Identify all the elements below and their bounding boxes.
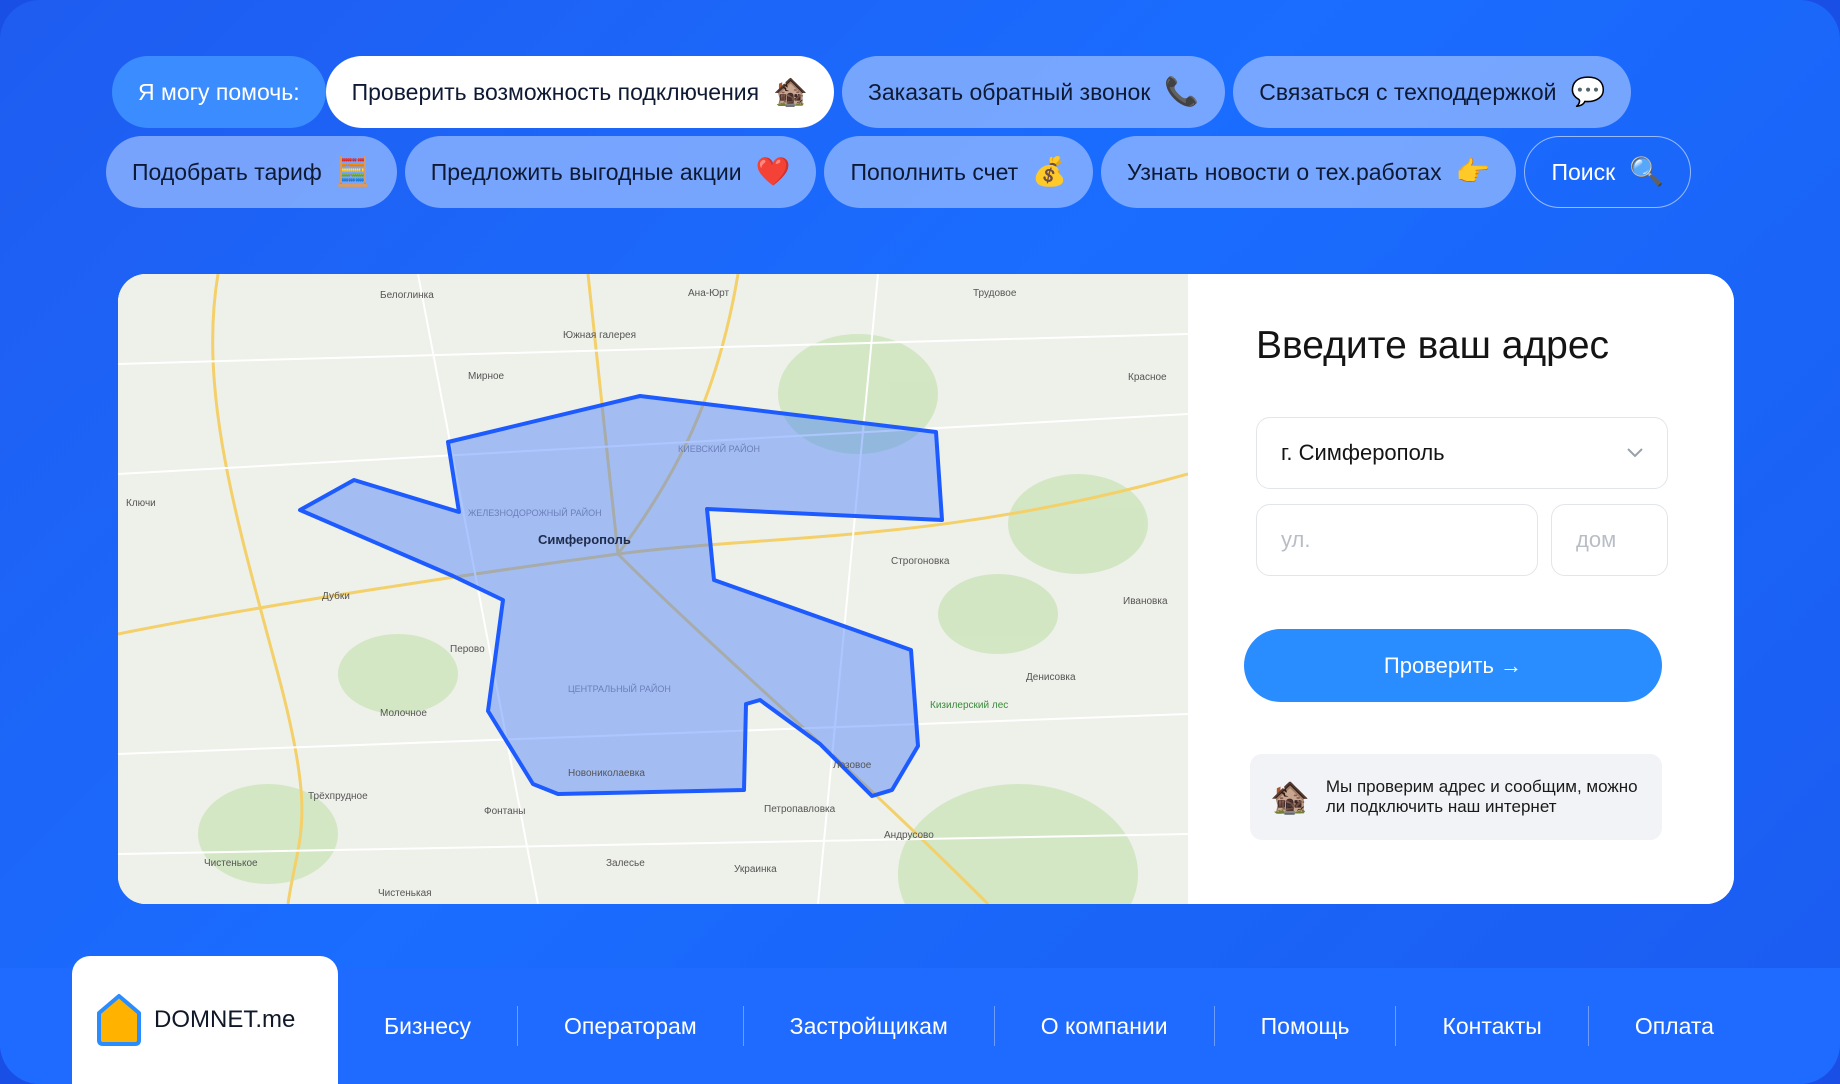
chip-top-up[interactable]: Пополнить счет 💰 [824, 136, 1094, 208]
heart-icon: ❤️ [755, 156, 791, 187]
coverage-map[interactable]: Симферополь ЖЕЛЕЗНОДОРОЖНЫЙ РАЙОН КИЕВСК… [118, 274, 1188, 904]
help-label: Я могу помочь: [112, 56, 326, 128]
place-label: Молочное [380, 708, 427, 719]
place-label: Строгоновка [891, 556, 950, 567]
chip-search[interactable]: Поиск 🔍 [1524, 136, 1692, 208]
place-label: Мирное [468, 371, 505, 382]
footer-nav: Бизнесу Операторам Застройщикам О компан… [338, 968, 1760, 1084]
chip-label: Подобрать тариф [132, 158, 322, 185]
place-label: Белоглинка [380, 290, 434, 301]
help-chips-row-1: Я могу помочь: Проверить возможность под… [112, 56, 1632, 128]
place-label: Денисовка [1026, 672, 1076, 683]
house-placeholder: дом [1576, 527, 1617, 552]
district-label: КИЕВСКИЙ РАЙОН [678, 443, 760, 454]
pointing-hand-icon: 👉 [1455, 156, 1491, 187]
chip-maintenance-news[interactable]: Узнать новости о тех.работах 👉 [1101, 136, 1517, 208]
abacus-icon: 🧮 [335, 156, 371, 187]
chip-callback[interactable]: Заказать обратный звонок 📞 [841, 56, 1226, 128]
chip-support[interactable]: Связаться с техподдержкой 💬 [1233, 56, 1632, 128]
nav-about[interactable]: О компании [995, 1013, 1214, 1040]
form-title: Введите ваш адрес [1256, 324, 1610, 367]
chip-promotions[interactable]: Предложить выгодные акции ❤️ [404, 136, 817, 208]
chip-label: Узнать новости о тех.работах [1127, 158, 1442, 185]
city-select[interactable]: г. Симферополь [1256, 417, 1668, 489]
chip-tariff[interactable]: Подобрать тариф 🧮 [106, 136, 397, 208]
money-bag-icon: 💰 [1032, 156, 1068, 187]
city-value: г. Симферополь [1281, 440, 1445, 465]
place-label: Кизилерский лес [930, 700, 1008, 711]
place-label: Дубки [322, 590, 350, 602]
place-label: Андрусово [884, 830, 934, 841]
chip-label: Поиск [1551, 158, 1616, 185]
place-label: Перово [450, 644, 485, 655]
place-label: Петропавловка [764, 804, 836, 815]
chip-label: Проверить возможность подключения [351, 78, 760, 105]
house-icon: 🏚️ [773, 76, 808, 107]
district-label: ЦЕНТРАЛЬНЫЙ РАЙОН [568, 683, 671, 694]
house-logo-icon [97, 994, 141, 1046]
check-button[interactable]: Проверить → [1244, 629, 1662, 702]
nav-payment[interactable]: Оплата [1589, 1013, 1760, 1040]
place-label: Красное [1128, 372, 1167, 383]
street-input[interactable]: ул. [1256, 504, 1538, 576]
app-frame: Я могу помочь: Проверить возможность под… [0, 0, 1840, 1084]
place-label: Трудовое [973, 288, 1017, 299]
speech-bubble-icon: 💬 [1570, 76, 1606, 107]
chip-label: Заказать обратный звонок [867, 78, 1151, 105]
house-input[interactable]: дом [1551, 504, 1668, 576]
street-placeholder: ул. [1281, 527, 1311, 552]
chip-label: Предложить выгодные акции [430, 158, 742, 185]
logo-text: DOMNET.me [154, 1006, 296, 1033]
place-label: Лозовое [833, 760, 872, 771]
phone-icon: 📞 [1164, 76, 1200, 107]
logo[interactable]: DOMNET.me [72, 956, 338, 1084]
place-label: Чистенькое [204, 858, 258, 869]
chip-check-connection[interactable]: Проверить возможность подключения 🏚️ [325, 56, 834, 128]
nav-business[interactable]: Бизнесу [338, 1013, 517, 1040]
address-form: Введите ваш адрес г. Симферополь ул. дом… [1188, 274, 1734, 904]
place-label: Новониколаевка [568, 768, 645, 779]
place-label: Ана-Юрт [688, 288, 730, 299]
city-label: Симферополь [538, 532, 631, 547]
note-text: Мы проверим адрес и сообщим, можно ли по… [1325, 777, 1638, 816]
place-label: Фонтаны [484, 806, 525, 817]
nav-contacts[interactable]: Контакты [1396, 1013, 1587, 1040]
map-canvas: Симферополь ЖЕЛЕЗНОДОРОЖНЫЙ РАЙОН КИЕВСК… [118, 274, 1188, 904]
place-label: Ивановка [1123, 596, 1168, 607]
place-label: Чистенькая [378, 888, 432, 899]
coverage-card: Симферополь ЖЕЛЕЗНОДОРОЖНЫЙ РАЙОН КИЕВСК… [118, 274, 1734, 904]
place-label: Залесье [606, 858, 645, 869]
help-chips-row-2: Подобрать тариф 🧮 Предложить выгодные ак… [106, 136, 1692, 208]
house-icon: 🏚️ [1270, 779, 1310, 815]
district-label: ЖЕЛЕЗНОДОРОЖНЫЙ РАЙОН [468, 507, 602, 518]
search-icon: 🔍 [1629, 156, 1665, 187]
place-label: Трёхпрудное [308, 791, 368, 802]
nav-developers[interactable]: Застройщикам [744, 1013, 994, 1040]
place-label: Ключи [126, 498, 156, 509]
place-label: Украинка [734, 864, 777, 875]
info-note: 🏚️ Мы проверим адрес и сообщим, можно ли… [1250, 754, 1662, 840]
nav-operators[interactable]: Операторам [518, 1013, 743, 1040]
place-label: Южная галерея [563, 330, 636, 341]
chip-label: Связаться с техподдержкой [1259, 78, 1557, 105]
chip-label: Пополнить счет [850, 158, 1019, 185]
nav-help[interactable]: Помощь [1215, 1013, 1396, 1040]
chevron-down-icon [1627, 448, 1643, 458]
